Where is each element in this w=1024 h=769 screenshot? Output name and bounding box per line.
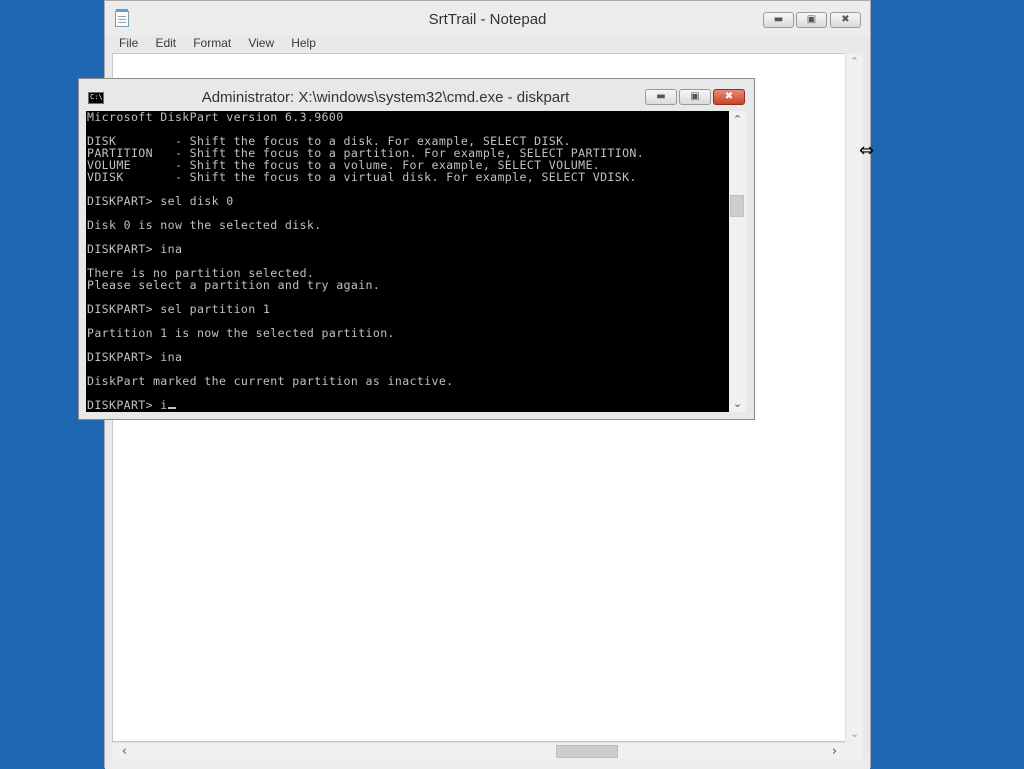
cmd-close-button[interactable]: ✖ — [713, 89, 745, 105]
notepad-title-bar[interactable]: SrtTrail - Notepad ▬ ▣ ✖ — [105, 1, 870, 35]
scroll-right-icon[interactable]: › — [826, 743, 843, 760]
console-line: DISKPART> sel partition 1 — [87, 302, 271, 316]
console-line: VDISK - Shift the focus to a virtual dis… — [87, 170, 637, 184]
menu-file[interactable]: File — [119, 33, 138, 53]
console-line: DiskPart marked the current partition as… — [87, 374, 454, 388]
cmd-window[interactable]: C:\ Administrator: X:\windows\system32\c… — [78, 78, 755, 420]
vertical-scroll-thumb[interactable] — [730, 195, 744, 217]
console-line: DISKPART> ina — [87, 242, 183, 256]
notepad-horizontal-scrollbar[interactable]: ‹ › — [112, 742, 845, 759]
scroll-left-icon[interactable]: ‹ — [116, 743, 133, 760]
notepad-minimize-button[interactable]: ▬ — [763, 12, 794, 28]
scroll-down-icon[interactable]: ⌄ — [729, 395, 746, 412]
console-line: DISKPART> i — [87, 399, 729, 411]
cmd-title-bar[interactable]: C:\ Administrator: X:\windows\system32\c… — [79, 79, 754, 111]
size-grip — [845, 742, 863, 759]
horizontal-scroll-thumb[interactable] — [556, 745, 618, 758]
minimize-icon: ▬ — [656, 91, 666, 102]
menu-format[interactable]: Format — [193, 33, 231, 53]
scroll-down-icon[interactable]: ⌄ — [846, 725, 863, 742]
cmd-maximize-button[interactable]: ▣ — [679, 89, 711, 105]
console-output[interactable]: Microsoft DiskPart version 6.3.9600 DISK … — [86, 111, 729, 412]
menu-help[interactable]: Help — [291, 33, 316, 53]
maximize-icon: ▣ — [690, 91, 700, 102]
close-icon: ✖ — [841, 14, 850, 25]
notepad-title: SrtTrail - Notepad — [428, 11, 547, 28]
minimize-icon: ▬ — [773, 14, 784, 25]
cmd-minimize-button[interactable]: ▬ — [645, 89, 677, 105]
console-line: DISKPART> sel disk 0 — [87, 194, 234, 208]
close-icon: ✖ — [724, 91, 734, 102]
scroll-up-icon[interactable]: ⌃ — [729, 111, 746, 128]
notepad-close-button[interactable]: ✖ — [830, 12, 861, 28]
desktop-background: SrtTrail - Notepad ▬ ▣ ✖ File Edit Forma… — [0, 0, 1024, 769]
console-line: DISKPART> ina — [87, 350, 183, 364]
maximize-icon: ▣ — [806, 14, 817, 25]
cmd-vertical-scrollbar[interactable]: ⌃ ⌄ — [729, 111, 746, 412]
console-line: Please select a partition and try again. — [87, 278, 381, 292]
notepad-maximize-button[interactable]: ▣ — [796, 12, 827, 28]
cmd-title: Administrator: X:\windows\system32\cmd.e… — [201, 89, 570, 106]
notepad-menu-bar: File Edit Format View Help — [105, 32, 870, 52]
console-line: Partition 1 is now the selected partitio… — [87, 326, 395, 340]
menu-view[interactable]: View — [248, 33, 274, 53]
scroll-up-icon[interactable]: ⌃ — [846, 53, 863, 70]
text-cursor — [167, 407, 176, 409]
console-line: Microsoft DiskPart version 6.3.9600 — [87, 111, 344, 124]
menu-edit[interactable]: Edit — [155, 33, 176, 53]
console-line: Disk 0 is now the selected disk. — [87, 218, 322, 232]
console-lines: Microsoft DiskPart version 6.3.9600 DISK … — [86, 111, 729, 411]
horizontal-resize-cursor-icon: ⇔ — [859, 140, 875, 161]
